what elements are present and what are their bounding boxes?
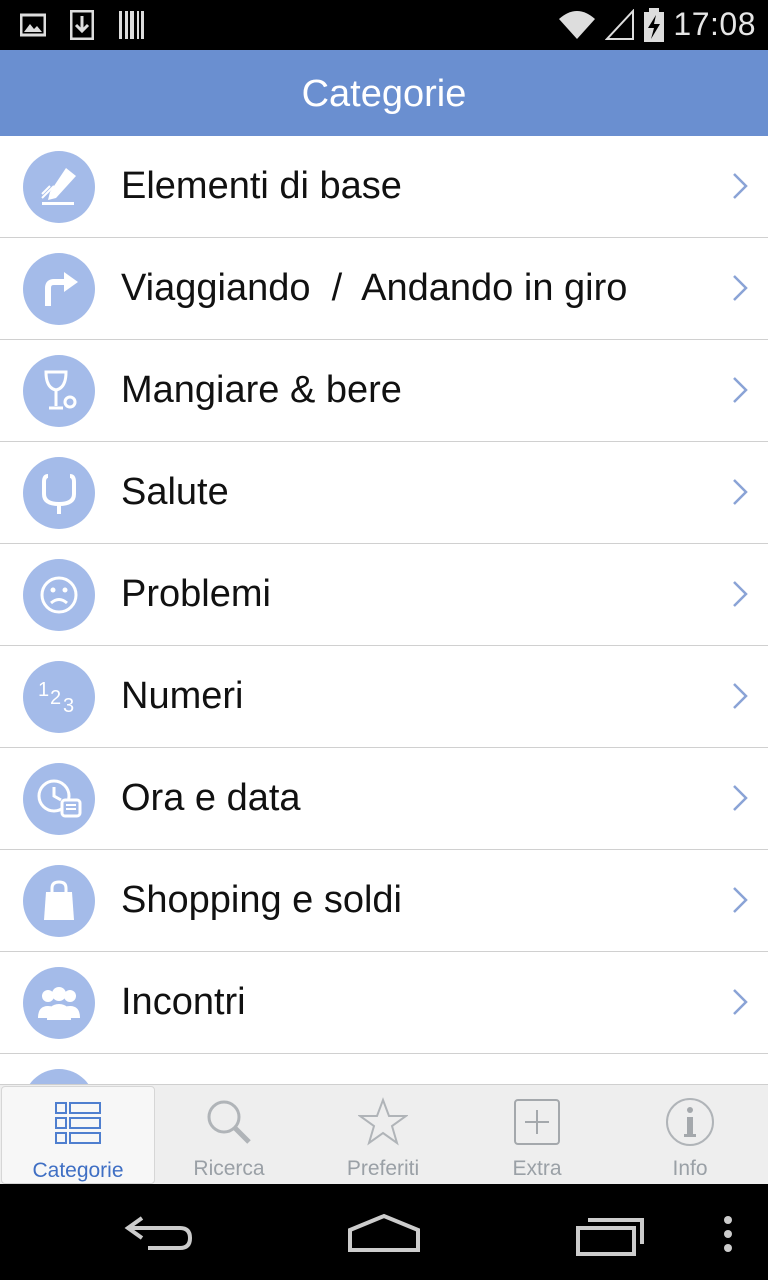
category-label: Numeri [121,675,244,717]
category-item-numeri[interactable]: 1 2 3 Numeri [0,646,768,748]
category-label: Shopping e soldi [121,879,402,921]
chevron-right-icon [733,275,748,301]
category-item-shopping-e-soldi[interactable]: Shopping e soldi [0,850,768,952]
category-label: Viaggiando / Andando in giro [121,267,628,309]
chevron-right-icon [733,785,748,811]
tab-info[interactable]: Info [614,1085,766,1184]
category-label: Problemi [121,573,271,615]
category-item-incontri[interactable]: Incontri [0,952,768,1054]
category-item-mangiare-bere[interactable]: Mangiare & bere [0,340,768,442]
category-list[interactable]: Elementi di base Viaggiando / Andando in… [0,136,768,1084]
tab-bar: Categorie Ricerca Preferiti Extra Info [0,1084,768,1185]
chevron-right-icon [733,173,748,199]
glass-icon [23,355,95,427]
barcode-icon [119,11,144,39]
category-item-salute[interactable]: Salute [0,442,768,544]
status-time: 17:08 [673,6,756,42]
category-item-ora-e-data[interactable]: Ora e data [0,748,768,850]
category-label: Incontri [121,981,246,1023]
svg-text:1: 1 [38,679,49,701]
category-label: Mangiare & bere [121,369,402,411]
chevron-right-icon [733,581,748,607]
category-item-elementi-di-base[interactable]: Elementi di base [0,136,768,238]
image-icon [20,13,46,37]
list-icon [55,1102,101,1144]
info-icon [666,1098,714,1146]
tab-preferiti[interactable]: Preferiti [307,1085,459,1184]
signal-icon [605,8,635,40]
recent-apps-icon[interactable] [574,1216,646,1256]
category-item-viaggiando[interactable]: Viaggiando / Andando in giro [0,238,768,340]
tab-label: Info [672,1157,708,1180]
chevron-right-icon [733,479,748,505]
category-item-partial[interactable] [0,1054,768,1084]
svg-text:2: 2 [50,687,61,709]
pencil-icon [23,151,95,223]
chevron-right-icon [733,683,748,709]
chevron-right-icon [733,887,748,913]
chevron-right-icon [733,989,748,1015]
turn-arrow-icon [23,253,95,325]
status-bar: 17:08 [0,0,768,50]
back-icon[interactable] [124,1214,196,1254]
tab-label: Preferiti [346,1157,420,1180]
battery-charging-icon [644,7,665,42]
category-label: Salute [121,471,229,513]
clock-icon [23,763,95,835]
svg-text:3: 3 [63,695,74,717]
tab-ricerca[interactable]: Ricerca [153,1085,305,1184]
tab-label: Categorie [32,1159,124,1182]
shopping-bag-icon [23,865,95,937]
star-icon [358,1097,408,1146]
menu-dots-icon[interactable] [720,1214,736,1254]
numbers-icon: 1 2 3 [23,661,95,733]
category-item-problemi[interactable]: Problemi [0,544,768,646]
home-icon[interactable] [346,1212,422,1254]
download-icon [70,10,94,40]
page-title: Categorie [0,50,768,136]
chevron-right-icon [733,377,748,403]
plus-box-icon [514,1099,560,1145]
tab-extra[interactable]: Extra [461,1085,613,1184]
category-label: Elementi di base [121,165,402,207]
category-label: Ora e data [121,777,301,819]
search-icon [207,1100,251,1144]
sad-face-icon [23,559,95,631]
category-icon [23,1069,95,1084]
system-nav-bar [0,1184,768,1280]
tab-label: Extra [512,1157,562,1180]
tab-categorie[interactable]: Categorie [1,1086,155,1184]
wifi-icon [559,10,596,39]
tab-label: Ricerca [193,1157,265,1180]
stethoscope-icon [23,457,95,529]
people-icon [23,967,95,1039]
